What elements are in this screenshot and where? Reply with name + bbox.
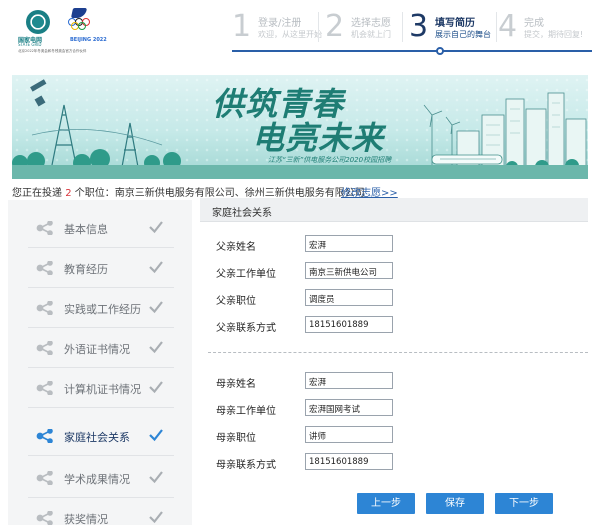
- step-number: 4: [498, 9, 518, 44]
- nav-item-label: 计算机证书情况: [64, 383, 141, 396]
- progress-marker-icon: [436, 47, 444, 55]
- father-name-label: 父亲姓名: [216, 242, 256, 253]
- section-title: 家庭社会关系: [212, 208, 272, 219]
- mother-employer-label: 母亲工作单位: [216, 406, 276, 417]
- page-header: 国家电网 STATE GRID BEIJING 2022 北京2022年冬奥会和…: [0, 0, 600, 62]
- prev-step-button[interactable]: 上一步: [357, 493, 415, 514]
- step-number: 1: [232, 9, 252, 44]
- check-icon: [149, 429, 163, 442]
- partner-tagline: 北京2022年冬奥会和冬残奥会官方合作伙伴: [18, 49, 87, 53]
- father-employer-label: 父亲工作单位: [216, 269, 276, 280]
- nav-item-label: 基本信息: [64, 223, 108, 236]
- nav-item-label: 外语证书情况: [64, 343, 130, 356]
- step-subtitle: 展示自己的舞台: [435, 30, 491, 39]
- share-node-icon: [36, 429, 53, 443]
- edit-choices-link[interactable]: 修改志愿>>: [341, 184, 398, 199]
- brand-logo: 国家电网 STATE GRID BEIJING 2022 北京2022年冬奥会和…: [10, 8, 160, 58]
- recruitment-banner: 供筑青春 电亮未来 江苏“三新”供电服务公司2020校园招聘: [12, 75, 588, 179]
- banner-subtitle: 江苏“三新”供电服务公司2020校园招聘: [268, 156, 392, 164]
- resume-sections-nav: 基本信息 教育经历 实践或工作经历 外语证书情况 计算机证书情况 家庭社会关系 …: [8, 200, 192, 525]
- nav-item-academic[interactable]: 学术成果情况: [8, 458, 192, 498]
- step-title: 填写简历: [435, 18, 475, 29]
- nav-item-language-cert[interactable]: 外语证书情况: [8, 328, 192, 368]
- application-info: 您正在投递 2 个职位：南京三新供电服务有限公司、徐州三新供电服务有限公司: [12, 184, 365, 199]
- share-node-icon: [36, 511, 53, 525]
- nav-item-work-experience[interactable]: 实践或工作经历: [8, 288, 192, 328]
- nav-item-label: 家庭社会关系: [64, 431, 130, 444]
- nav-item-basic-info[interactable]: 基本信息: [8, 208, 192, 248]
- step-divider: [496, 12, 497, 42]
- check-icon: [149, 341, 163, 354]
- father-contact-input[interactable]: 18151601889: [305, 316, 393, 333]
- share-node-icon: [36, 381, 53, 395]
- step-title: 选择志愿: [351, 18, 391, 29]
- nav-item-computer-cert[interactable]: 计算机证书情况: [8, 368, 192, 408]
- share-node-icon: [36, 301, 53, 315]
- share-node-icon: [36, 471, 53, 485]
- save-button[interactable]: 保存: [426, 493, 484, 514]
- step-number: 3: [409, 9, 429, 44]
- father-position-label: 父亲职位: [216, 296, 256, 307]
- father-name-input[interactable]: 宏湃: [305, 235, 393, 252]
- check-icon: [149, 381, 163, 394]
- position-count: 2: [65, 188, 72, 199]
- check-icon: [149, 471, 163, 484]
- mother-position-label: 母亲职位: [216, 433, 256, 444]
- check-icon: [149, 511, 163, 524]
- mother-contact-label: 母亲联系方式: [216, 460, 276, 471]
- mother-employer-input[interactable]: 宏湃国网考试: [305, 399, 393, 416]
- next-step-button[interactable]: 下一步: [495, 493, 553, 514]
- step-divider: [318, 12, 319, 42]
- nav-item-awards[interactable]: 获奖情况: [8, 498, 192, 525]
- step-subtitle: 提交，期待回复!: [524, 30, 584, 39]
- nav-item-label: 教育经历: [64, 263, 108, 276]
- father-contact-label: 父亲联系方式: [216, 323, 276, 334]
- step-title: 登录/注册: [258, 18, 302, 29]
- check-icon: [149, 261, 163, 274]
- section-header: 家庭社会关系: [200, 198, 588, 222]
- check-icon: [149, 221, 163, 234]
- mother-contact-input[interactable]: 18151601889: [305, 453, 393, 470]
- nav-item-label: 获奖情况: [64, 513, 108, 525]
- mother-name-label: 母亲姓名: [216, 379, 256, 390]
- olympic-rings-icon: [68, 8, 98, 36]
- banner-title-line2: 电亮未来: [252, 119, 385, 157]
- state-grid-name-en: STATE GRID: [18, 42, 42, 47]
- state-grid-logo-icon: [26, 10, 50, 34]
- step-number: 2: [325, 9, 345, 44]
- nav-item-education[interactable]: 教育经历: [8, 248, 192, 288]
- nav-item-label: 实践或工作经历: [64, 303, 141, 316]
- family-relations-form: 家庭社会关系 父亲姓名 宏湃 父亲工作单位 南京三新供电公司 父亲职位 调度员 …: [200, 198, 588, 498]
- father-position-input[interactable]: 调度员: [305, 289, 393, 306]
- nav-item-label: 学术成果情况: [64, 473, 130, 486]
- olympic-name: BEIJING 2022: [70, 37, 107, 43]
- step-divider: [402, 12, 403, 42]
- share-node-icon: [36, 261, 53, 275]
- share-node-icon: [36, 221, 53, 235]
- section-divider: [208, 352, 588, 353]
- step-title: 完成: [524, 18, 544, 29]
- info-prefix: 您正在投递: [12, 188, 62, 199]
- check-icon: [149, 301, 163, 314]
- father-employer-input[interactable]: 南京三新供电公司: [305, 262, 393, 279]
- step-progress-bar: [232, 47, 592, 55]
- step-subtitle: 机会就上门: [351, 30, 391, 39]
- nav-item-family-relations[interactable]: 家庭社会关系: [8, 416, 192, 456]
- share-node-icon: [36, 341, 53, 355]
- mother-position-input[interactable]: 讲师: [305, 426, 393, 443]
- step-subtitle: 欢迎，从这里开始: [258, 30, 322, 39]
- mother-name-input[interactable]: 宏湃: [305, 372, 393, 389]
